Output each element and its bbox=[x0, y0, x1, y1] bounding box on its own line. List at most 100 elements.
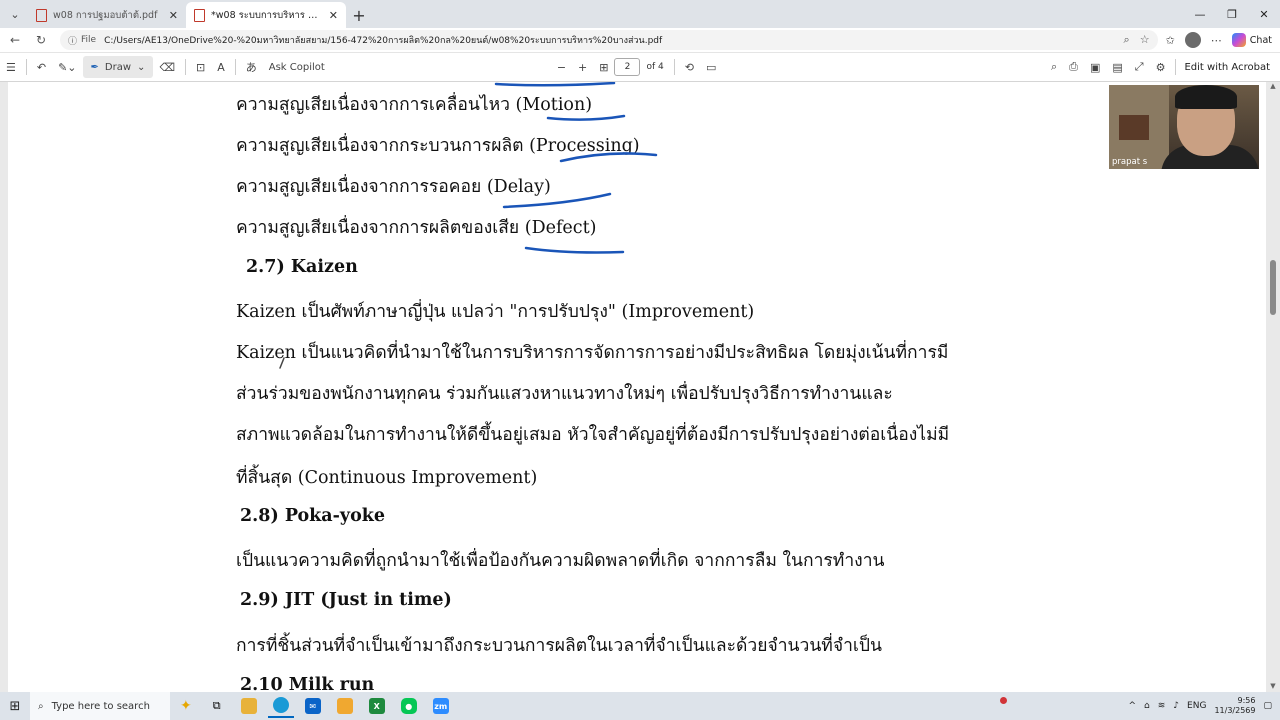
pdf-viewport[interactable]: ความสูญเสียเนื่องจากการเคลื่อนไหว (Motio… bbox=[0, 82, 1280, 692]
url-actions: ⌕ ☆ bbox=[1124, 33, 1150, 47]
page-view-button[interactable]: ▭ bbox=[700, 56, 722, 78]
tab-actions-menu[interactable]: ⌄ bbox=[2, 1, 28, 27]
ask-copilot-button[interactable]: Ask Copilot bbox=[263, 56, 331, 78]
search-icon: ⌕ bbox=[38, 700, 44, 712]
highlight-button[interactable]: ✎⌄ bbox=[52, 56, 82, 78]
close-window-icon[interactable]: ✕ bbox=[1248, 0, 1280, 28]
text-line: ความสูญเสียเนื่องจากการผลิตของเสีย (Defe… bbox=[236, 218, 597, 238]
section-heading: 2.10 Milk run bbox=[240, 675, 375, 692]
settings-button[interactable]: ⚙ bbox=[1150, 56, 1172, 78]
text-box-button[interactable]: ⊡ bbox=[190, 56, 211, 78]
pdf-toolbar: ☰ ↶ ✎⌄ ✒ Draw ⌄ ⌫ ⊡ A あ Ask Copilot − + … bbox=[0, 52, 1280, 82]
webcam-participant-name: prapat s bbox=[1112, 157, 1148, 167]
browser-tab-2[interactable]: *w08 ระบบการบริหาร บางส่วน.pdf ✕ bbox=[186, 2, 346, 28]
sparkle-icon[interactable]: ✦ bbox=[180, 698, 192, 714]
line-button[interactable]: ● bbox=[396, 694, 422, 718]
print-button[interactable]: ⎙ bbox=[1063, 56, 1084, 78]
contents-button[interactable]: ☰ bbox=[0, 56, 22, 78]
translate-button[interactable]: あ bbox=[240, 56, 263, 78]
spreadsheet-icon: X bbox=[368, 698, 385, 714]
volume-icon[interactable]: ♪ bbox=[1173, 701, 1179, 711]
save-button[interactable]: ▣ bbox=[1084, 56, 1106, 78]
scroll-down-icon[interactable]: ▼ bbox=[1268, 682, 1278, 692]
copilot-chat-button[interactable]: Chat bbox=[1231, 33, 1272, 47]
draw-button[interactable]: ✒ Draw ⌄ bbox=[82, 56, 154, 78]
fullscreen-button[interactable]: ⤢ bbox=[1129, 56, 1150, 78]
tab-title: *w08 ระบบการบริหาร บางส่วน.pdf bbox=[211, 9, 323, 21]
mail-icon: ✉ bbox=[304, 698, 321, 714]
store-icon bbox=[336, 698, 353, 714]
refresh-button[interactable]: ↻ bbox=[30, 29, 52, 51]
save-as-button[interactable]: ▤ bbox=[1106, 56, 1128, 78]
taskbar-apps: ⧉ ✉ X ● zm bbox=[204, 694, 454, 718]
toolbar-divider bbox=[25, 59, 27, 75]
webcam-person-hair bbox=[1175, 85, 1237, 109]
taskbar-search[interactable]: ⌕ Type here to search bbox=[30, 692, 170, 720]
plus-icon: + bbox=[352, 5, 366, 25]
refresh-icon: ↻ bbox=[35, 33, 47, 47]
section-heading: 2.7) Kaizen bbox=[246, 257, 358, 277]
find-button[interactable]: ⌕ bbox=[1045, 56, 1063, 78]
browser-tab-1[interactable]: w08 การปฐมอบต้าต้.pdf ✕ bbox=[28, 2, 186, 28]
edit-with-acrobat-button[interactable]: Edit with Acrobat bbox=[1184, 62, 1280, 73]
restore-icon[interactable]: ❐ bbox=[1216, 0, 1248, 28]
pdf-scrollbar[interactable]: ▲ ▼ bbox=[1268, 82, 1278, 692]
favorites-icon[interactable]: ✩ bbox=[1166, 34, 1175, 47]
task-view-button[interactable]: ⧉ bbox=[204, 694, 230, 718]
new-tab-button[interactable]: + bbox=[346, 2, 372, 28]
folder-icon bbox=[240, 698, 257, 714]
page-total: of 4 bbox=[646, 62, 664, 72]
more-icon[interactable]: ⋯ bbox=[1211, 34, 1222, 47]
outlook-button[interactable]: ✉ bbox=[300, 694, 326, 718]
highlighter-icon: ✎⌄ bbox=[58, 60, 77, 74]
url-field[interactable]: ⓘ File C:/Users/AE13/OneDrive%20-%20มหาว… bbox=[60, 30, 1158, 50]
language-indicator[interactable]: ENG bbox=[1187, 701, 1206, 711]
fit-page-button[interactable]: ⊞ bbox=[593, 56, 614, 78]
close-icon[interactable]: ✕ bbox=[169, 9, 178, 22]
edge-button[interactable] bbox=[267, 694, 294, 718]
ask-copilot-label: Ask Copilot bbox=[268, 61, 325, 73]
acrobat-button[interactable]: X bbox=[364, 694, 390, 718]
page-view-icon: ▭ bbox=[705, 60, 717, 74]
browser-right-actions: ✩ ⋯ Chat bbox=[1158, 32, 1280, 48]
chevron-up-icon[interactable]: ^ bbox=[1128, 701, 1136, 711]
rotate-button[interactable]: ⟲ bbox=[679, 56, 700, 78]
pdf-file-icon bbox=[194, 8, 205, 22]
back-button[interactable]: ← bbox=[4, 29, 26, 51]
toolbar-divider bbox=[1175, 59, 1177, 75]
scroll-up-icon[interactable]: ▲ bbox=[1268, 82, 1278, 92]
clock[interactable]: 9:56 11/3/2569 bbox=[1214, 696, 1255, 716]
zoom-icon[interactable]: ⌕ bbox=[1124, 33, 1130, 47]
chat-label: Chat bbox=[1249, 34, 1272, 46]
page-number-input[interactable]: 2 bbox=[614, 58, 641, 76]
favorite-star-icon[interactable]: ☆ bbox=[1140, 33, 1150, 47]
start-button[interactable]: ⊞ bbox=[0, 692, 30, 720]
url-text: C:/Users/AE13/OneDrive%20-%20มหาวิทยาลัย… bbox=[104, 36, 663, 46]
zoom-in-button[interactable]: + bbox=[572, 56, 593, 78]
windows-icon: ⊞ bbox=[9, 698, 21, 714]
rotate-icon: ⟲ bbox=[684, 60, 694, 74]
scroll-thumb[interactable] bbox=[1270, 260, 1276, 315]
wifi-icon[interactable]: ≋ bbox=[1158, 701, 1166, 711]
close-icon[interactable]: ✕ bbox=[329, 9, 338, 22]
toolbar-divider bbox=[185, 59, 186, 75]
eraser-button[interactable]: ⌫ bbox=[153, 56, 181, 78]
read-aloud-button[interactable]: A bbox=[211, 56, 231, 78]
chat-bubble-icon: ● bbox=[400, 698, 417, 714]
notifications-icon[interactable]: ▢ bbox=[1263, 701, 1272, 711]
section-heading: 2.8) Poka-yoke bbox=[240, 506, 386, 526]
zoom-out-button[interactable]: − bbox=[551, 56, 572, 78]
chevron-down-icon: ⌄ bbox=[137, 61, 146, 73]
file-explorer-button[interactable] bbox=[236, 694, 262, 718]
minimize-icon[interactable]: — bbox=[1184, 0, 1216, 28]
text-line: ส่วนร่วมของพนักงานทุกคน ร่วมกันแสวงหาแนว… bbox=[236, 384, 893, 404]
undo-button[interactable]: ↶ bbox=[31, 56, 52, 78]
url-scheme-label: File bbox=[81, 35, 97, 45]
zoom-button[interactable]: zm bbox=[428, 694, 454, 718]
clock-date: 11/3/2569 bbox=[1214, 706, 1256, 715]
text-line: Kaizen เป็นศัพท์ภาษาญี่ปุ่น แปลว่า "การป… bbox=[236, 302, 755, 322]
network-icon[interactable]: ⌂ bbox=[1144, 701, 1150, 711]
ink-stroke bbox=[494, 82, 616, 87]
store-button[interactable] bbox=[332, 694, 358, 718]
profile-avatar[interactable] bbox=[1184, 32, 1201, 48]
